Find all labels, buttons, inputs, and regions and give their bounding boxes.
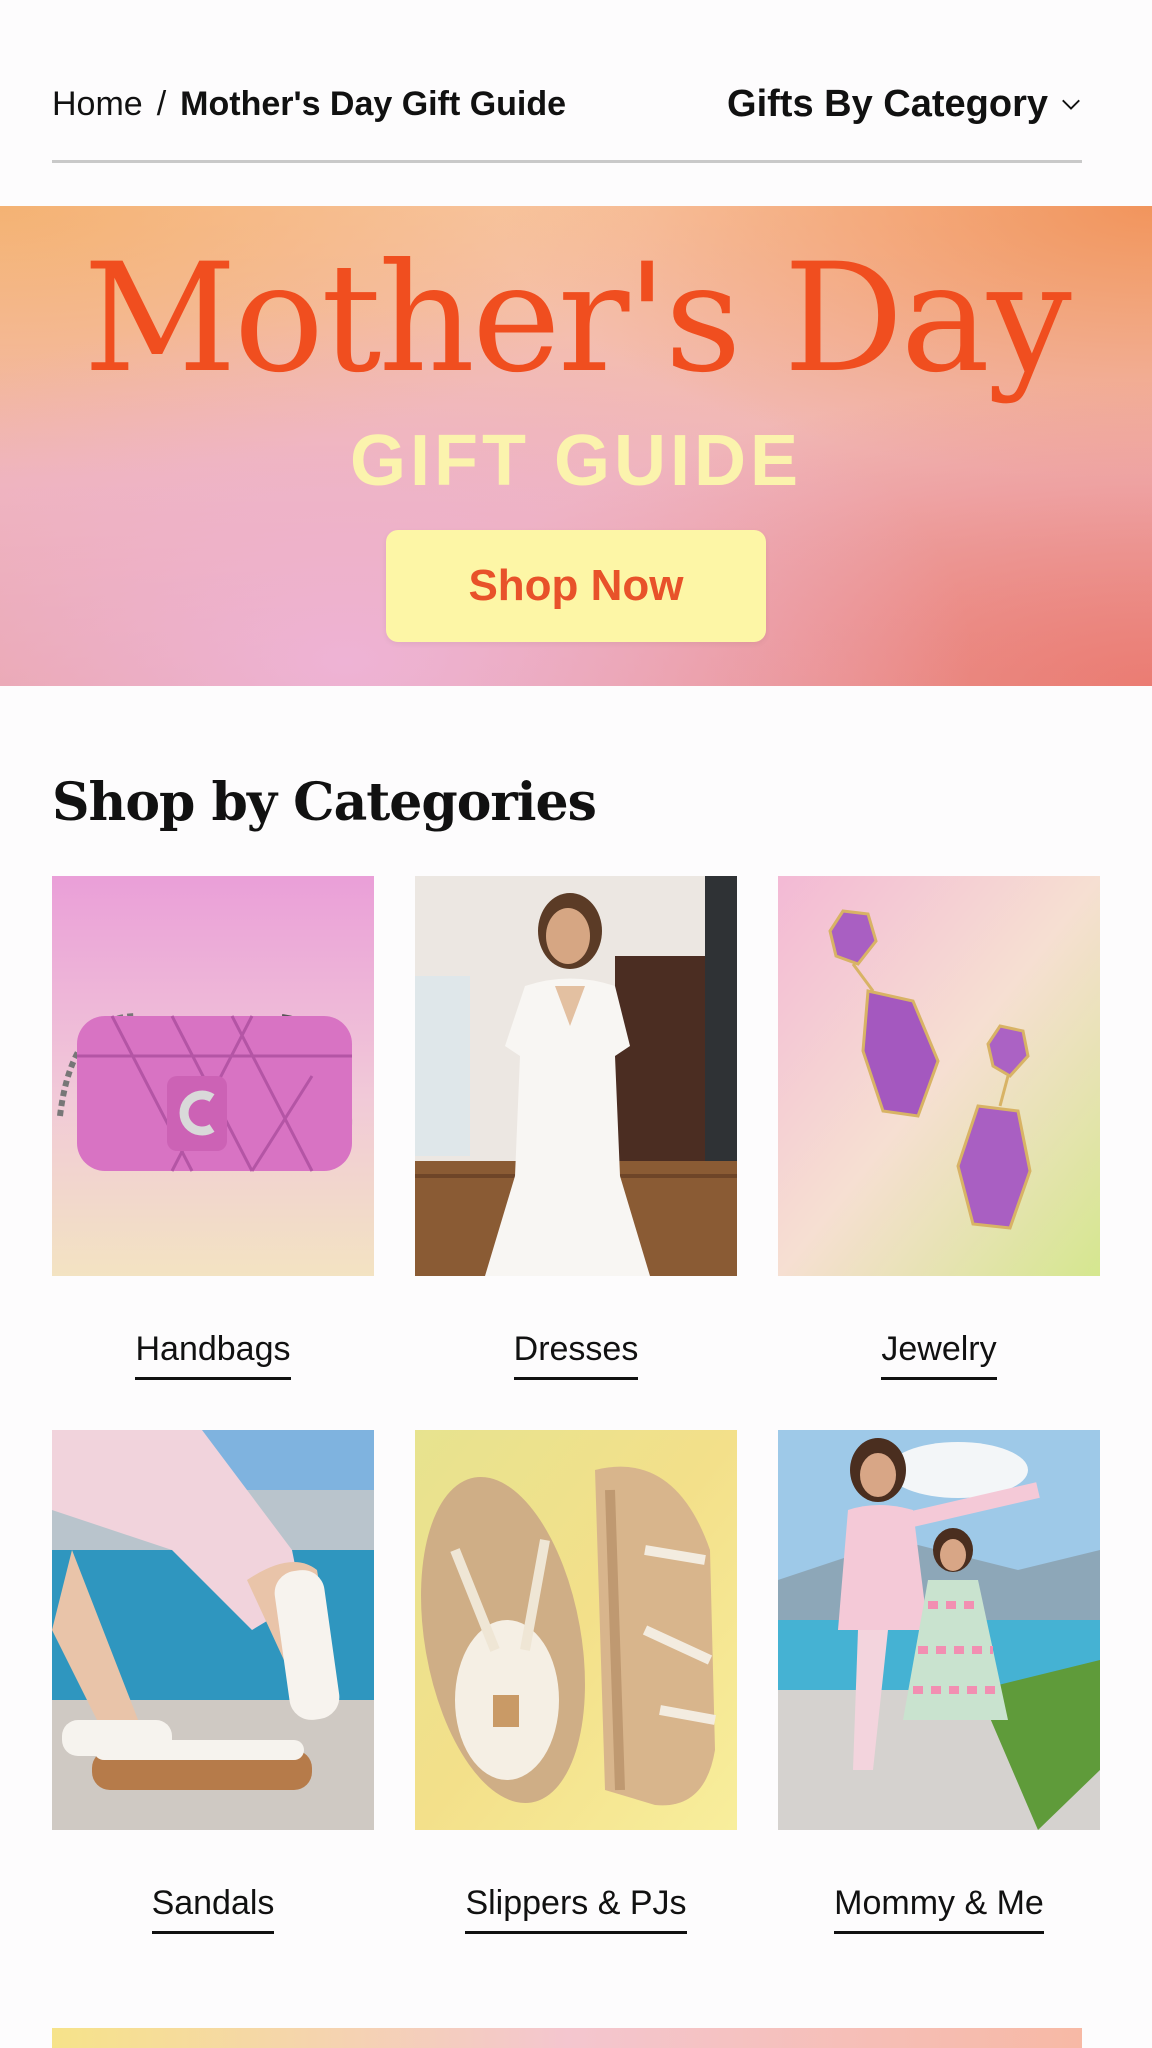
gifts-by-category-dropdown[interactable]: Gifts By Category (727, 83, 1082, 126)
sandals-image (52, 1430, 374, 1830)
jewelry-image (778, 876, 1100, 1276)
category-tile-mommy-and-me[interactable] (778, 1430, 1100, 1830)
category-tile-handbags[interactable] (52, 876, 374, 1276)
chevron-down-icon (1062, 99, 1080, 110)
category-label: Dresses (513, 1330, 639, 1380)
shop-now-button[interactable]: Shop Now (386, 530, 766, 642)
category-label: Mommy & Me (834, 1884, 1044, 1934)
breadcrumb-separator: / (156, 84, 167, 123)
category-label: Slippers & PJs (465, 1884, 687, 1934)
hero-banner[interactable]: Mother's Day GIFT GUIDE Shop Now (0, 206, 1152, 686)
category-link-handbags[interactable]: Handbags (52, 1330, 374, 1380)
mommy-and-me-image (778, 1430, 1100, 1830)
category-tile-slippers[interactable] (415, 1430, 737, 1830)
hero-subtitle: GIFT GUIDE (350, 421, 802, 501)
header-bar: Home / Mother's Day Gift Guide Gifts By … (52, 76, 1082, 132)
category-label: Handbags (135, 1330, 291, 1380)
category-link-jewelry[interactable]: Jewelry (778, 1330, 1100, 1380)
category-tile-sandals[interactable] (52, 1430, 374, 1830)
category-label: Sandals (151, 1884, 275, 1934)
dress-image (415, 876, 737, 1276)
breadcrumb-current: Mother's Day Gift Guide (180, 84, 567, 123)
slippers-image (415, 1430, 737, 1830)
page: Home / Mother's Day Gift Guide Gifts By … (0, 0, 1152, 2048)
breadcrumb: Home / Mother's Day Gift Guide (52, 85, 566, 124)
header-divider (52, 160, 1082, 163)
category-link-slippers-pjs[interactable]: Slippers & PJs (415, 1884, 737, 1934)
section-title: Shop by Categories (52, 772, 597, 833)
gifts-by-category-label: Gifts By Category (727, 82, 1048, 125)
category-link-sandals[interactable]: Sandals (52, 1884, 374, 1934)
category-tile-dresses[interactable] (415, 876, 737, 1276)
handbag-image (52, 876, 374, 1276)
hero-title: Mother's Day (83, 232, 1072, 406)
next-banner-preview (52, 2028, 1082, 2048)
breadcrumb-home-link[interactable]: Home (52, 85, 143, 124)
category-link-dresses[interactable]: Dresses (415, 1330, 737, 1380)
category-link-mommy-and-me[interactable]: Mommy & Me (778, 1884, 1100, 1934)
category-label: Jewelry (881, 1330, 997, 1380)
category-tile-jewelry[interactable] (778, 876, 1100, 1276)
